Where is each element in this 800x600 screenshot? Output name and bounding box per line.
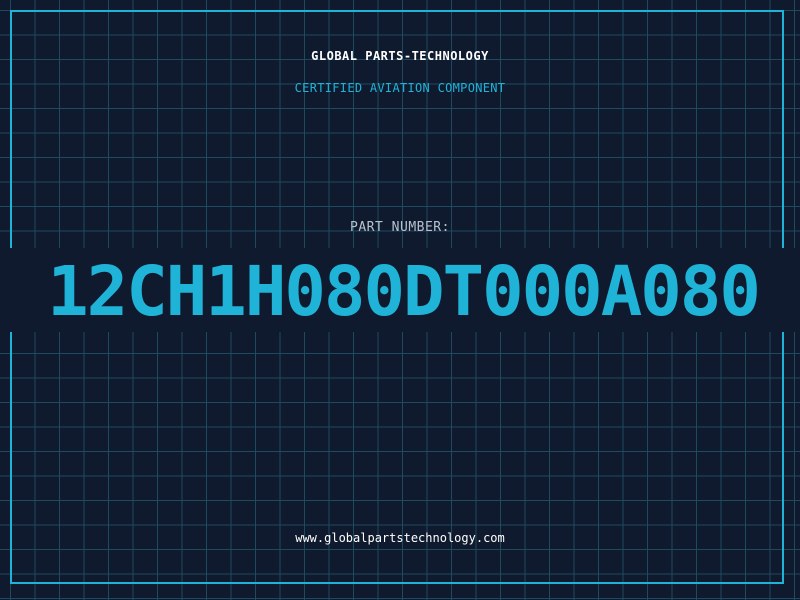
- part-number-value: 12CH1H080DT000A080: [47, 252, 761, 332]
- company-name: GLOBAL PARTS-TECHNOLOGY: [311, 49, 489, 63]
- website-url: www.globalpartstechnology.com: [295, 531, 505, 545]
- part-label-page: GLOBAL PARTS-TECHNOLOGY CERTIFIED AVIATI…: [0, 0, 800, 600]
- part-number-label: PART NUMBER:: [350, 220, 450, 235]
- certification-subtitle: CERTIFIED AVIATION COMPONENT: [294, 81, 506, 95]
